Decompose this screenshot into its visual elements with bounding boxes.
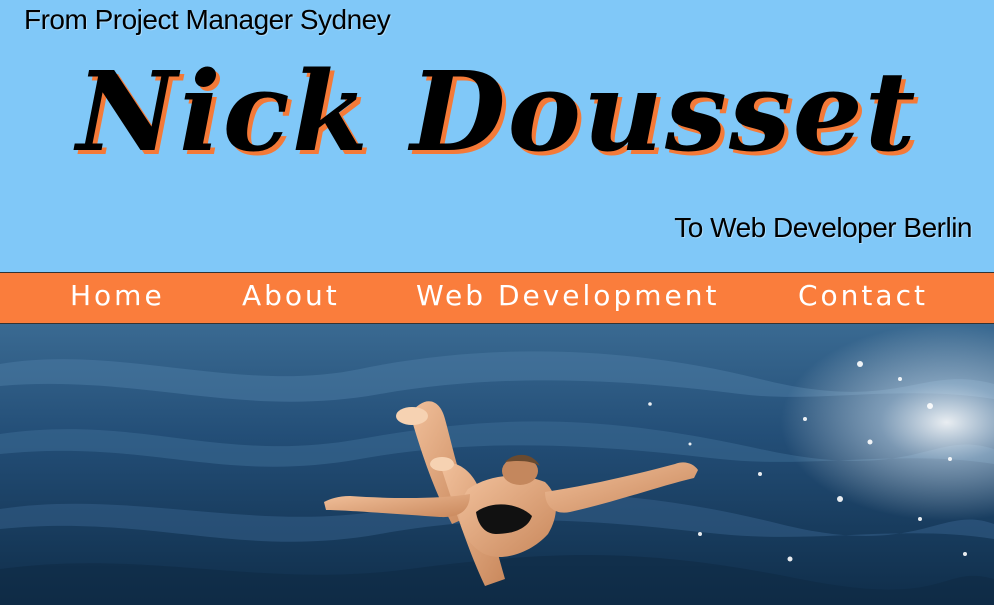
site-title: Nick Dousset <box>76 47 918 176</box>
nav-contact-link[interactable]: Contact <box>798 279 928 312</box>
diver-photo-illustration <box>0 324 994 605</box>
hero-diver-photo <box>0 324 994 605</box>
nav-home-link[interactable]: Home <box>70 279 165 312</box>
nav-web-development-link[interactable]: Web Development <box>416 279 719 312</box>
site-header: From Project Manager Sydney Nick Dousset… <box>0 0 994 272</box>
to-tagline: To Web Developer Berlin <box>674 212 972 243</box>
nav-about-link[interactable]: About <box>242 279 340 312</box>
main-navigation: Home About Web Development Contact <box>0 272 994 324</box>
from-tagline: From Project Manager Sydney <box>24 4 391 35</box>
